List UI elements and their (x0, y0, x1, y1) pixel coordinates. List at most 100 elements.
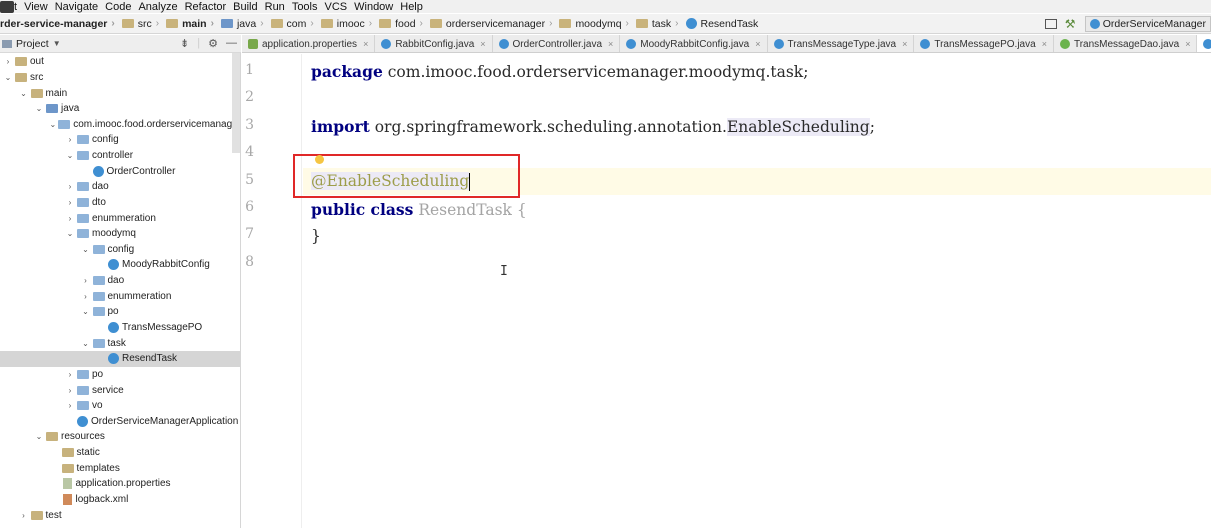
menu-item-window[interactable]: Window (354, 1, 393, 13)
chevron-right-icon[interactable]: › (81, 276, 91, 285)
breadcrumb-current-class[interactable]: ResendTask (679, 14, 758, 34)
menu-item-tools[interactable]: Tools (292, 1, 318, 13)
tree-item-application-properties[interactable]: application.properties (0, 476, 240, 492)
tree-item-java[interactable]: ⌄ java (0, 101, 240, 117)
tree-item-com-imooc-food-orderservicemanager[interactable]: ⌄ com.imooc.food.orderservicemanager (0, 117, 241, 133)
tree-item-main[interactable]: ⌄ main (0, 85, 240, 101)
breadcrumb-main[interactable]: main › (159, 14, 214, 34)
tree-item-enummeration[interactable]: › enummeration (0, 210, 240, 226)
chevron-down-icon[interactable]: ⌄ (65, 229, 75, 238)
tree-item-resources[interactable]: ⌄ resources (0, 429, 240, 445)
tree-item-po[interactable]: ⌄ po (0, 304, 240, 320)
chevron-down-icon[interactable]: ⌄ (19, 89, 29, 98)
tree-item-resendtask[interactable]: ResendTask (0, 350, 240, 367)
breadcrumb-com[interactable]: com › (264, 14, 314, 34)
run-configuration-selector[interactable]: OrderServiceManager (1084, 16, 1211, 32)
chevron-down-icon[interactable]: ⌄ (81, 339, 91, 348)
breadcrumb-task[interactable]: task › (629, 14, 679, 34)
build-hammer-icon[interactable]: ⚒ (1065, 18, 1077, 30)
breadcrumb-src[interactable]: src › (115, 14, 159, 34)
tree-item-dto[interactable]: › dto (0, 195, 240, 211)
chevron-down-icon[interactable]: ⌄ (65, 151, 75, 160)
collapse-all-icon[interactable]: ⇟ (180, 37, 189, 50)
gear-icon[interactable]: ⚙ (208, 37, 218, 50)
close-icon[interactable]: × (902, 39, 907, 49)
breadcrumb-moodymq[interactable]: moodymq › (552, 14, 629, 34)
chevron-right-icon[interactable]: › (65, 135, 75, 144)
chevron-down-icon[interactable]: ⌄ (81, 245, 91, 254)
tree-item-dao[interactable]: › dao (0, 179, 240, 195)
chevron-right-icon[interactable]: › (65, 214, 75, 223)
chevron-right-icon[interactable]: › (65, 386, 75, 395)
close-icon[interactable]: × (480, 39, 485, 49)
chevron-right-icon[interactable]: › (3, 57, 13, 66)
menu-item-build[interactable]: Build (233, 1, 257, 13)
menu-item-code[interactable]: Code (105, 1, 131, 13)
chevron-right-icon[interactable]: › (81, 292, 91, 301)
menu-item-vcs[interactable]: VCS (325, 1, 348, 13)
tab-ordercontroller-java[interactable]: OrderController.java × (493, 35, 621, 52)
menu-item-run[interactable]: Run (265, 1, 285, 13)
tree-item-moodyrabbitconfig[interactable]: MoodyRabbitConfig (0, 257, 240, 273)
chevron-down-icon[interactable]: ▼ (53, 39, 61, 48)
hide-panel-icon[interactable]: — (226, 37, 237, 50)
tree-item-templates[interactable]: templates (0, 460, 240, 476)
tree-item-config[interactable]: › config (0, 132, 240, 148)
chevron-right-icon[interactable]: › (65, 198, 75, 207)
chevron-right-icon[interactable]: › (65, 370, 75, 379)
menu-item-refactor[interactable]: Refactor (185, 1, 227, 13)
breadcrumb-food[interactable]: food › (372, 14, 423, 34)
tree-item-service[interactable]: › service (0, 382, 240, 398)
tree-item-po[interactable]: › po (0, 367, 240, 383)
close-icon[interactable]: × (608, 39, 613, 49)
tab-transmessagepo-java[interactable]: TransMessagePO.java × (914, 35, 1054, 52)
tree-item-logback-xml[interactable]: logback.xml (0, 492, 240, 508)
tree-item-controller[interactable]: ⌄ controller (0, 148, 240, 164)
breadcrumb-orderservicemanager[interactable]: orderservicemanager › (423, 14, 552, 34)
tab-transmessagedao-java[interactable]: TransMessageDao.java × (1054, 35, 1198, 52)
tree-item-static[interactable]: static (0, 445, 240, 461)
tab-rabbitconfig-java[interactable]: RabbitConfig.java × (375, 35, 493, 52)
tree-item-dao[interactable]: › dao (0, 273, 240, 289)
tree-item-orderservicemanagerapplication[interactable]: OrderServiceManagerApplication (0, 413, 240, 429)
close-icon[interactable]: × (755, 39, 760, 49)
menu-item-t[interactable]: t (14, 1, 17, 13)
chevron-down-icon[interactable]: ⌄ (3, 73, 13, 82)
intention-bulb-icon[interactable] (315, 155, 324, 164)
tab-transmessagetype-java[interactable]: TransMessageType.java × (768, 35, 915, 52)
tree-item-test[interactable]: › test (0, 507, 240, 523)
tree-item-ordercontroller[interactable]: OrderController (0, 163, 240, 179)
tree-item-vo[interactable]: › vo (0, 398, 240, 414)
tree-item-src[interactable]: ⌄ src (0, 70, 240, 86)
tab-application-properties[interactable]: application.properties × (242, 35, 376, 52)
tab-res[interactable]: Res (1197, 35, 1211, 52)
tree-item-config[interactable]: ⌄ config (0, 242, 240, 258)
tree-item-enummeration[interactable]: › enummeration (0, 288, 240, 304)
code-editor[interactable]: package com.imooc.food.orderservicemanag… (303, 54, 1211, 528)
project-panel-title[interactable]: Project (16, 38, 49, 50)
chevron-down-icon[interactable]: ⌄ (50, 120, 57, 129)
breadcrumb-imooc[interactable]: imooc › (314, 14, 372, 34)
chevron-down-icon[interactable]: ⌄ (34, 432, 44, 441)
menu-item-analyze[interactable]: Analyze (138, 1, 177, 13)
tree-item-moodymq[interactable]: ⌄ moodymq (0, 226, 240, 242)
close-icon[interactable]: × (1042, 39, 1047, 49)
tree-item-task[interactable]: ⌄ task (0, 335, 240, 351)
menu-item-view[interactable]: View (24, 1, 48, 13)
menu-item-navigate[interactable]: Navigate (55, 1, 98, 13)
close-icon[interactable]: × (1185, 39, 1190, 49)
tree-item-transmessagepo[interactable]: TransMessagePO (0, 320, 240, 336)
chevron-right-icon[interactable]: › (65, 182, 75, 191)
layout-icon[interactable] (1044, 19, 1057, 29)
tab-moodyrabbitconfig-java[interactable]: MoodyRabbitConfig.java × (620, 35, 768, 52)
chevron-right-icon[interactable]: › (65, 401, 75, 410)
tree-scrollbar[interactable] (232, 53, 240, 153)
tree-item-out[interactable]: › out (0, 54, 240, 70)
chevron-down-icon[interactable]: ⌄ (34, 104, 44, 113)
close-icon[interactable]: × (363, 39, 368, 49)
breadcrumb-project[interactable]: rder-service-manager › (0, 14, 115, 34)
menu-item-help[interactable]: Help (400, 1, 423, 13)
chevron-right-icon[interactable]: › (19, 511, 29, 520)
breadcrumb-java[interactable]: java › (214, 14, 264, 34)
chevron-down-icon[interactable]: ⌄ (81, 307, 91, 316)
